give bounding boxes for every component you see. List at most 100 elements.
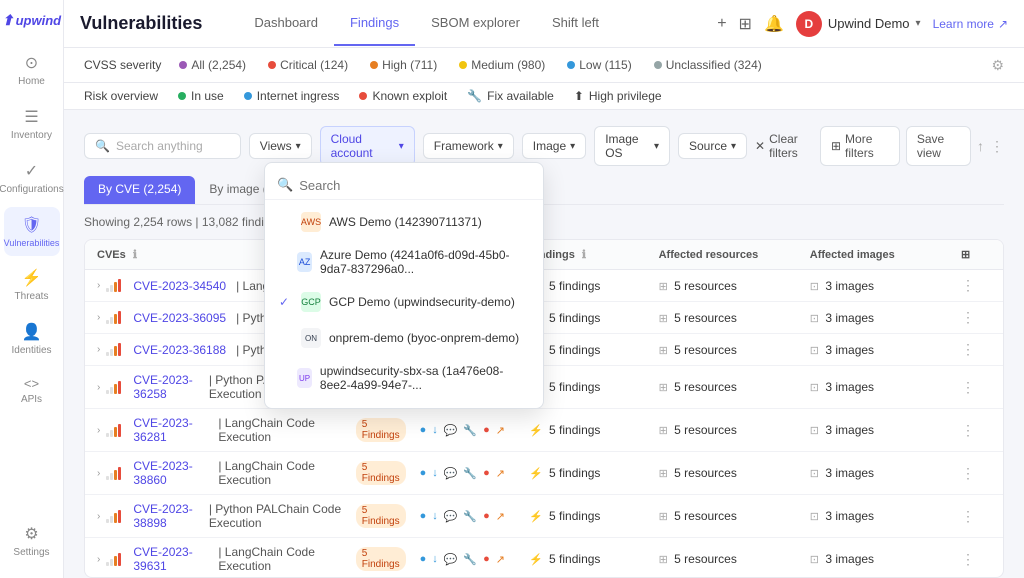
dropdown-item-gcp[interactable]: ✓ GCP GCP Demo (upwindsecurity-demo): [265, 284, 543, 320]
resources-count: 5 resources: [674, 509, 737, 523]
images-count: 3 images: [825, 279, 874, 293]
findings-count: 5 findings: [549, 423, 600, 437]
resources-icon: ⊞: [659, 313, 668, 325]
risk-known-exploit[interactable]: Known exploit: [359, 89, 447, 103]
sidebar-item-identities[interactable]: 👤 Identities: [4, 314, 60, 364]
row-more-icon[interactable]: ⋮: [961, 422, 975, 438]
tab-shiftleft[interactable]: Shift left: [536, 1, 615, 46]
user-menu[interactable]: D Upwind Demo ▾: [796, 11, 921, 37]
tab-by-cve[interactable]: By CVE (2,254): [84, 176, 195, 204]
filter-high[interactable]: High (711): [362, 56, 445, 74]
cve-id[interactable]: CVE-2023-34540: [133, 279, 226, 293]
expand-icon[interactable]: ›: [97, 344, 100, 355]
images-count: 3 images: [825, 552, 874, 566]
dropdown-item-onprem[interactable]: ON onprem-demo (byoc-onprem-demo): [265, 320, 543, 356]
risk-fix-available[interactable]: 🔧 Fix available: [467, 89, 554, 103]
dropdown-item-azure[interactable]: AZ Azure Demo (4241a0f6-d09d-45b0-9da7-8…: [265, 240, 543, 284]
risk-internet-ingress[interactable]: Internet ingress: [244, 89, 340, 103]
learn-more-link[interactable]: Learn more ↗: [933, 17, 1008, 31]
dropdown-item-upwindsec[interactable]: UP upwindsecurity-sbx-sa (1a476e08-8ee2-…: [265, 356, 543, 400]
cloud-account-dropdown-menu: 🔍 AWS AWS Demo (142390711371) AZ Azure D…: [264, 162, 544, 409]
high-dot: [370, 61, 378, 69]
row-more-icon[interactable]: ⋮: [961, 341, 975, 357]
table-row: › CVE-2023-34540 | LangChain JiraAPI ⚡ 5…: [85, 270, 1003, 302]
expand-icon[interactable]: ›: [97, 382, 100, 393]
tab-findings[interactable]: Findings: [334, 1, 415, 46]
cve-id[interactable]: CVE-2023-39631: [133, 545, 208, 573]
row-more-icon[interactable]: ⋮: [961, 309, 975, 325]
images-count: 3 images: [825, 343, 874, 357]
bell-icon[interactable]: 🔔: [764, 14, 784, 34]
expand-icon[interactable]: ›: [97, 312, 100, 323]
cve-id[interactable]: CVE-2023-36188: [133, 343, 226, 357]
col-header-resources: Affected resources: [647, 240, 798, 270]
configurations-icon: ✓: [25, 161, 38, 181]
tab-dashboard[interactable]: Dashboard: [238, 1, 334, 46]
expand-icon[interactable]: ›: [97, 425, 100, 436]
expand-icon[interactable]: ›: [97, 468, 100, 479]
source-dropdown[interactable]: Source ▾: [678, 133, 747, 159]
dropdown-item-aws[interactable]: AWS AWS Demo (142390711371): [265, 204, 543, 240]
page-title: Vulnerabilities: [80, 13, 202, 34]
filter-unclassified[interactable]: Unclassified (324): [646, 56, 770, 74]
severity-bars: [106, 553, 121, 566]
risk-label: Risk overview: [84, 89, 158, 103]
clear-filters-button[interactable]: ✕ Clear filters: [755, 132, 814, 160]
col-settings-icon[interactable]: ⊞: [961, 249, 970, 261]
sidebar-item-apis[interactable]: <> APIs: [4, 368, 60, 413]
export-icon[interactable]: ↑: [977, 138, 984, 154]
filter-medium[interactable]: Medium (980): [451, 56, 553, 74]
cve-id[interactable]: CVE-2023-38898: [133, 502, 198, 530]
row-more-icon[interactable]: ⋮: [961, 379, 975, 395]
wrench-icon: 🔧: [467, 89, 482, 103]
tab-sbom[interactable]: SBOM explorer: [415, 1, 536, 46]
sidebar-item-inventory[interactable]: ☰ Inventory: [4, 99, 60, 149]
row-more-icon[interactable]: ⋮: [961, 551, 975, 567]
cve-id[interactable]: CVE-2023-36281: [133, 416, 208, 444]
cloud-account-dropdown[interactable]: Cloud account ▾: [320, 126, 415, 166]
search-input[interactable]: 🔍 Search anything: [84, 133, 241, 159]
unclassified-dot: [654, 61, 662, 69]
row-more-icon[interactable]: ⋮: [961, 508, 975, 524]
row-more-icon[interactable]: ⋮: [961, 277, 975, 293]
image-os-dropdown[interactable]: Image OS ▾: [594, 126, 670, 166]
cve-id[interactable]: CVE-2023-36095: [133, 311, 226, 325]
sidebar-item-vulnerabilities[interactable]: 🛡 Vulnerabilities: [4, 207, 60, 256]
dropdown-search: 🔍: [265, 171, 543, 200]
findings-count: 5 findings: [549, 343, 600, 357]
cve-title: | LangChain Code Execution: [218, 545, 341, 573]
cve-id[interactable]: CVE-2023-36258: [133, 373, 198, 401]
cloud-account-arrow-icon: ▾: [399, 141, 404, 152]
layout-icon[interactable]: ⊞: [739, 14, 752, 34]
views-dropdown[interactable]: Views ▾: [249, 133, 312, 159]
low-dot: [567, 61, 575, 69]
sidebar-item-configurations[interactable]: ✓ Configurations: [4, 153, 60, 203]
dropdown-search-input[interactable]: [299, 178, 531, 193]
row-more-icon[interactable]: ⋮: [961, 465, 975, 481]
table-row: › CVE-2023-36188 | Python PALChain C... …: [85, 334, 1003, 366]
sidebar-item-settings[interactable]: ⚙ Settings: [4, 516, 60, 566]
risk-in-use[interactable]: In use: [178, 89, 224, 103]
filter-critical[interactable]: Critical (124): [260, 56, 356, 74]
more-options-icon[interactable]: ⋮: [990, 138, 1004, 155]
more-filters-button[interactable]: ⊞ More filters: [820, 126, 900, 166]
severity-bars: [106, 424, 121, 437]
filter-all[interactable]: All (2,254): [171, 56, 254, 74]
gcp-icon: GCP: [301, 292, 321, 312]
expand-icon[interactable]: ›: [97, 511, 100, 522]
expand-icon[interactable]: ›: [97, 280, 100, 291]
risk-high-privilege[interactable]: ⬆ High privilege: [574, 89, 662, 103]
save-view-button[interactable]: Save view: [906, 126, 971, 166]
severity-bars: [106, 279, 121, 292]
sidebar-item-home[interactable]: ⊙ Home: [4, 45, 60, 95]
image-dropdown[interactable]: Image ▾: [522, 133, 586, 159]
plus-icon[interactable]: +: [717, 15, 726, 33]
filter-settings-icon[interactable]: ⚙: [991, 57, 1004, 74]
images-icon: ⊡: [810, 382, 819, 394]
framework-dropdown[interactable]: Framework ▾: [423, 133, 514, 159]
filter-low[interactable]: Low (115): [559, 56, 639, 74]
sidebar-item-threats[interactable]: ⚡ Threats: [4, 260, 60, 310]
expand-icon[interactable]: ›: [97, 554, 100, 565]
cve-id[interactable]: CVE-2023-38860: [133, 459, 208, 487]
filter-icon: ⊞: [831, 139, 841, 153]
